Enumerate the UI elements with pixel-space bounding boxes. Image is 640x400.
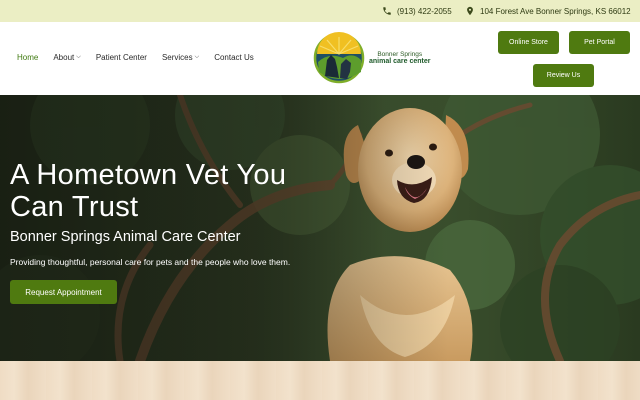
phone-icon [383,7,391,15]
pet-portal-button[interactable]: Pet Portal [569,31,630,54]
wood-texture-strip [0,361,640,400]
top-contact-bar: (913) 422-2055 104 Forest Ave Bonner Spr… [0,0,640,22]
nav-item-label: Services [161,53,193,62]
nav-item-label: Patient Center [95,53,147,62]
logo-text: Bonner Springs animal care center [369,51,430,66]
nav-item-contact-us[interactable]: Contact Us [214,53,254,62]
hero-subtitle: Bonner Springs Animal Care Center [10,229,241,245]
logo-emblem [313,32,365,84]
review-us-button[interactable]: Review Us [533,64,594,87]
request-appointment-button[interactable]: Request Appointment [10,280,117,304]
nav-item-label: Contact Us [214,53,254,62]
nav-item-label: Home [17,53,39,62]
main-nav: Home About ⌵ Patient Center Services ⌵ C… [17,53,254,62]
nav-item-home[interactable]: Home [17,53,38,62]
nav-item-patient-center[interactable]: Patient Center [96,53,147,62]
site-header: Home About ⌵ Patient Center Services ⌵ C… [0,22,640,95]
nav-item-about[interactable]: About ⌵ [53,53,80,62]
logo-line1: Bonner Springs [377,50,423,58]
chevron-down-icon: ⌵ [76,54,81,60]
site-logo[interactable]: Bonner Springs animal care center [313,32,430,84]
hero-title: A Hometown Vet You Can Trust [10,159,287,224]
hero-section: A Hometown Vet You Can Trust Bonner Spri… [0,95,640,361]
hero-description: Providing thoughtful, personal care for … [10,257,291,267]
phone-contact[interactable]: (913) 422-2055 [382,0,452,22]
phone-number[interactable]: (913) 422-2055 [397,7,452,16]
logo-line2: animal care center [369,57,431,65]
address-text[interactable]: 104 Forest Ave Bonner Springs, KS 66012 [480,7,631,16]
hero-overlay [0,95,640,361]
online-store-button[interactable]: Online Store [498,31,559,54]
nav-item-label: About [53,53,75,62]
chevron-down-icon: ⌵ [194,54,200,60]
address-contact[interactable]: 104 Forest Ave Bonner Springs, KS 66012 [465,0,631,22]
map-pin-icon [467,6,473,16]
nav-item-services[interactable]: Services ⌵ [162,53,199,62]
